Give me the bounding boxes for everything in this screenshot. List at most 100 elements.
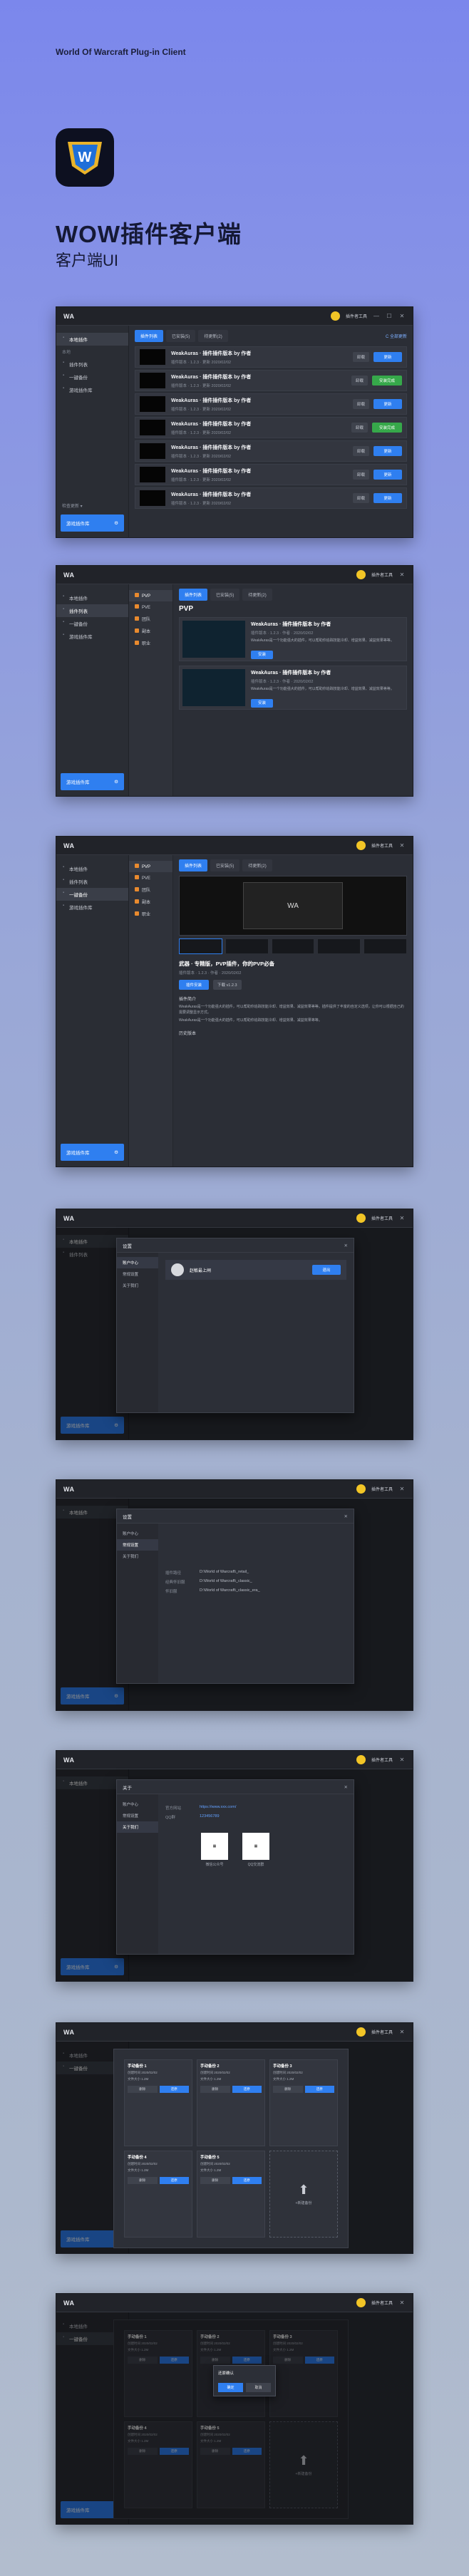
nav-about[interactable]: 关于我们 bbox=[117, 1280, 158, 1291]
website-link[interactable]: https://www.xxx.com/ bbox=[200, 1805, 236, 1811]
avatar[interactable] bbox=[356, 570, 366, 579]
sidebar-item-list[interactable]: 插件列表 bbox=[56, 604, 128, 617]
restore-backup-button[interactable]: 还原 bbox=[304, 2086, 334, 2093]
close-icon[interactable]: ✕ bbox=[398, 1486, 406, 1492]
logout-button[interactable]: 退出 bbox=[312, 1265, 341, 1275]
category-item[interactable]: PVE bbox=[129, 872, 172, 884]
library-button[interactable]: 游戏插件库 ⚙ bbox=[61, 773, 124, 790]
close-icon[interactable]: ✕ bbox=[398, 313, 406, 319]
uninstall-button[interactable]: 卸载 bbox=[352, 352, 369, 362]
nav-general[interactable]: 常规设置 bbox=[117, 1539, 158, 1551]
delete-backup-button[interactable]: 删除 bbox=[128, 2177, 158, 2184]
tab-updates[interactable]: 待更新(2) bbox=[198, 330, 228, 342]
avatar[interactable] bbox=[330, 311, 340, 321]
path-value[interactable]: D:\World of Warcraft\_classic_era_ bbox=[200, 1588, 260, 1594]
close-icon[interactable]: ✕ bbox=[344, 1784, 348, 1790]
tab-plugins[interactable]: 插件列表 bbox=[179, 589, 208, 601]
add-backup-tile[interactable]: ⬆ +新建备份 bbox=[269, 2151, 338, 2238]
sidebar-item-local[interactable]: 本地插件 bbox=[56, 591, 128, 604]
uninstall-button[interactable]: 卸载 bbox=[352, 493, 369, 503]
category-item[interactable]: 职业 bbox=[129, 637, 172, 649]
close-icon[interactable]: ✕ bbox=[398, 1757, 406, 1763]
user-name[interactable]: 插件者工具 bbox=[371, 2300, 393, 2306]
restore-backup-button[interactable]: 还原 bbox=[159, 2086, 189, 2093]
install-button[interactable]: 安装 bbox=[251, 699, 274, 708]
qq-group-link[interactable]: 123456789 bbox=[200, 1814, 220, 1820]
plugin-row[interactable]: WeakAuras · 插件插件版本 by 作者 插件版本 · 1.2.3 · 更… bbox=[135, 440, 407, 462]
update-button[interactable]: 更新 bbox=[373, 352, 402, 362]
plugin-row[interactable]: WeakAuras · 插件插件版本 by 作者 插件版本 · 1.2.3 · 更… bbox=[135, 417, 407, 438]
user-name[interactable]: 插件者工具 bbox=[371, 1215, 393, 1221]
library-button[interactable]: 游戏插件库 ⚙ bbox=[61, 514, 124, 532]
update-button[interactable]: 更新 bbox=[373, 399, 402, 409]
user-name[interactable]: 插件者工具 bbox=[371, 571, 393, 578]
plugin-card[interactable]: WeakAuras · 插件插件版本 by 作者 插件版本 · 1.2.3 · 作… bbox=[179, 617, 407, 661]
category-item[interactable]: PVE bbox=[129, 601, 172, 613]
nav-about[interactable]: 关于我们 bbox=[117, 1551, 158, 1562]
tab-plugins[interactable]: 插件列表 bbox=[135, 330, 164, 342]
tab-installed[interactable]: 已安装(5) bbox=[210, 859, 240, 871]
sidebar-item-list[interactable]: 插件列表 bbox=[56, 875, 128, 888]
update-all-button[interactable]: C 全部更新 bbox=[386, 333, 407, 339]
thumbnail[interactable] bbox=[317, 938, 361, 954]
uninstall-button[interactable]: 卸载 bbox=[352, 446, 369, 456]
update-button[interactable]: 更新 bbox=[373, 470, 402, 480]
sidebar-item-backup[interactable]: 一键备份 bbox=[56, 371, 128, 383]
close-icon[interactable]: ✕ bbox=[398, 1215, 406, 1221]
update-button[interactable]: 安装完成 bbox=[371, 376, 402, 386]
minimize-icon[interactable]: — bbox=[373, 313, 380, 319]
install-button[interactable]: 安装 bbox=[251, 651, 274, 659]
category-item[interactable]: 职业 bbox=[129, 908, 172, 920]
close-icon[interactable]: ✕ bbox=[398, 2029, 406, 2035]
plugin-row[interactable]: WeakAuras · 插件插件版本 by 作者 插件版本 · 1.2.3 · 更… bbox=[135, 464, 407, 485]
tab-installed[interactable]: 已安装(5) bbox=[210, 589, 240, 601]
avatar[interactable] bbox=[356, 841, 366, 850]
thumbnail[interactable] bbox=[271, 938, 315, 954]
uninstall-button[interactable]: 卸载 bbox=[351, 376, 368, 386]
download-button[interactable]: 下载 v1.2.3 bbox=[213, 980, 242, 990]
sidebar-item-backup[interactable]: 一键备份 bbox=[56, 617, 128, 630]
nav-general[interactable]: 常规设置 bbox=[117, 1268, 158, 1280]
category-item[interactable]: 副本 bbox=[129, 625, 172, 637]
avatar[interactable] bbox=[356, 2027, 366, 2037]
close-icon[interactable]: ✕ bbox=[398, 571, 406, 578]
sidebar-item-list[interactable]: 插件列表 bbox=[56, 358, 128, 371]
uninstall-button[interactable]: 卸载 bbox=[352, 399, 369, 409]
category-item[interactable]: 团队 bbox=[129, 613, 172, 625]
nav-about[interactable]: 关于我们 bbox=[117, 1821, 158, 1833]
library-button[interactable]: 游戏插件库 ⚙ bbox=[61, 1144, 124, 1161]
delete-backup-button[interactable]: 删除 bbox=[200, 2086, 230, 2093]
tab-installed[interactable]: 已安装(5) bbox=[166, 330, 196, 342]
sidebar-item-local[interactable]: 本地插件 bbox=[56, 862, 128, 875]
uninstall-button[interactable]: 卸载 bbox=[351, 423, 368, 433]
close-icon[interactable]: ✕ bbox=[398, 2300, 406, 2306]
tab-plugins[interactable]: 插件列表 bbox=[179, 859, 208, 871]
delete-backup-button[interactable]: 删除 bbox=[273, 2086, 303, 2093]
update-button[interactable]: 安装完成 bbox=[371, 423, 402, 433]
avatar[interactable] bbox=[356, 2298, 366, 2307]
close-icon[interactable]: ✕ bbox=[398, 842, 406, 849]
restore-backup-button[interactable]: 还原 bbox=[232, 2177, 262, 2184]
plugin-row[interactable]: WeakAuras · 插件插件版本 by 作者 插件版本 · 1.2.3 · 更… bbox=[135, 346, 407, 368]
update-button[interactable]: 更新 bbox=[373, 446, 402, 456]
tab-updates[interactable]: 待更新(2) bbox=[242, 859, 272, 871]
check-update-link[interactable]: 检查更新 ▾ bbox=[62, 502, 83, 509]
category-item[interactable]: PVP bbox=[129, 590, 172, 601]
uninstall-button[interactable]: 卸载 bbox=[352, 470, 369, 480]
avatar[interactable] bbox=[356, 1755, 366, 1764]
update-button[interactable]: 更新 bbox=[373, 493, 402, 503]
screenshot-preview[interactable]: WA bbox=[179, 876, 407, 936]
plugin-row[interactable]: WeakAuras · 插件插件版本 by 作者 插件版本 · 1.2.3 · 更… bbox=[135, 393, 407, 415]
nav-general[interactable]: 常规设置 bbox=[117, 1810, 158, 1821]
avatar[interactable] bbox=[356, 1214, 366, 1223]
category-item[interactable]: PVP bbox=[129, 861, 172, 872]
category-item[interactable]: 团队 bbox=[129, 884, 172, 896]
restore-backup-button[interactable]: 还原 bbox=[159, 2177, 189, 2184]
close-icon[interactable]: ✕ bbox=[344, 1514, 348, 1519]
sidebar-item-library[interactable]: 游戏插件库 bbox=[56, 901, 128, 914]
install-button[interactable]: 插件安装 bbox=[179, 980, 210, 990]
close-icon[interactable]: ✕ bbox=[344, 1243, 348, 1248]
path-value[interactable]: D:\World of Warcraft\_retail_ bbox=[200, 1570, 249, 1576]
sidebar-item-library[interactable]: 游戏插件库 bbox=[56, 630, 128, 643]
user-name[interactable]: 插件者工具 bbox=[371, 1486, 393, 1492]
